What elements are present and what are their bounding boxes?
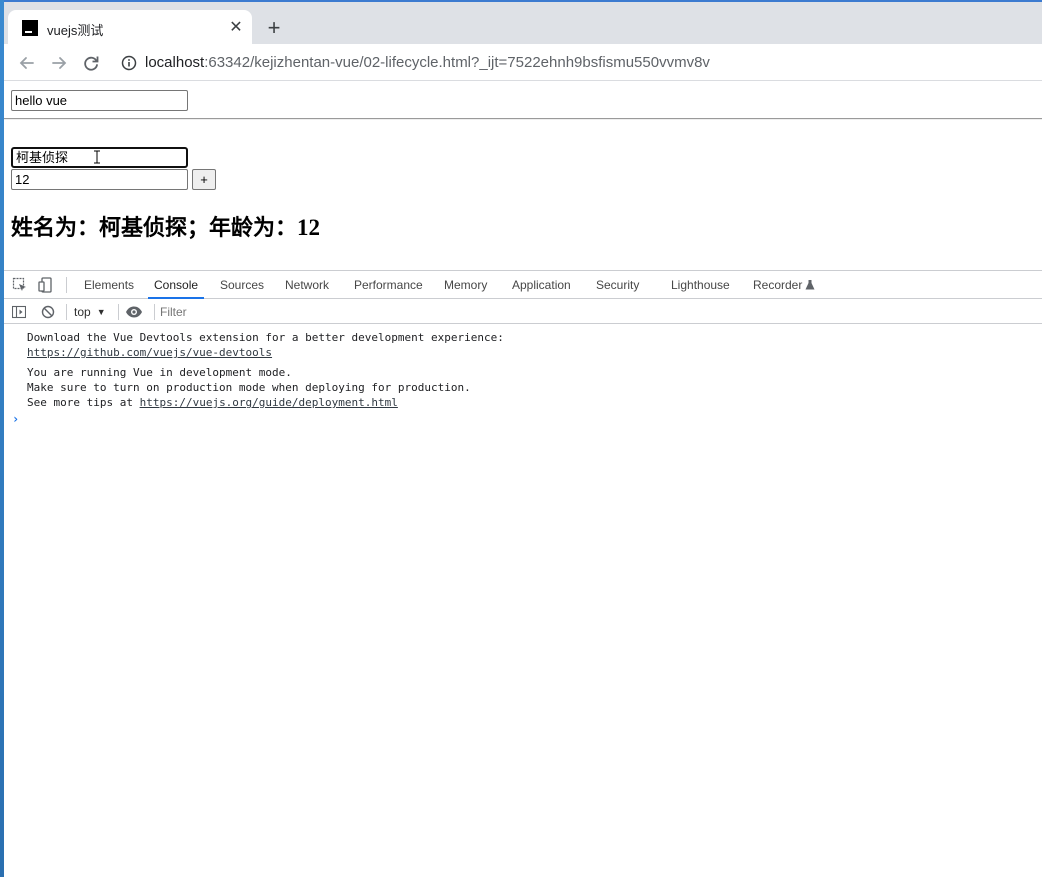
- age-input[interactable]: 12: [11, 169, 188, 190]
- clear-console-icon[interactable]: [41, 305, 55, 319]
- console-toolbar: top ▼ Filter: [4, 300, 1042, 324]
- context-select[interactable]: top ▼: [74, 300, 106, 324]
- increment-age-button[interactable]: +: [192, 169, 216, 190]
- sidebar-toggle-icon[interactable]: [11, 305, 27, 319]
- separator: [66, 304, 67, 320]
- experiment-flask-icon: [805, 272, 815, 290]
- console-line: Download the Vue Devtools extension for …: [27, 331, 504, 344]
- back-arrow-icon[interactable]: [14, 50, 40, 76]
- message-input[interactable]: hello vue: [11, 90, 188, 111]
- devtools-tab-bar: Elements Console Sources Network Perform…: [4, 271, 1042, 299]
- console-line: See more tips at: [27, 396, 140, 409]
- browser-window: vuejs测试 ✕ + localhost:63342/kejizhentan-…: [4, 0, 1042, 877]
- tab-title: vuejs测试: [47, 23, 104, 38]
- console-link[interactable]: https://github.com/vuejs/vue-devtools: [27, 346, 272, 359]
- console-prompt-icon[interactable]: ›: [12, 412, 19, 426]
- console-line: Make sure to turn on production mode whe…: [27, 381, 471, 394]
- tab-console[interactable]: Console: [148, 271, 205, 299]
- console-filter-input[interactable]: Filter: [160, 302, 1030, 322]
- tab-recorder-label: Recorder: [753, 278, 803, 292]
- reload-icon[interactable]: [78, 50, 104, 76]
- context-value: top: [74, 305, 91, 319]
- live-expression-eye-icon[interactable]: [125, 305, 143, 319]
- url-path: :63342/kejizhentan-vue/02-lifecycle.html…: [204, 54, 710, 71]
- tab-security[interactable]: Security: [596, 271, 639, 299]
- devtools-panel: Elements Console Sources Network Perform…: [4, 270, 1042, 877]
- tab-network[interactable]: Network: [285, 271, 329, 299]
- tab-performance[interactable]: Performance: [354, 271, 423, 299]
- tab-memory[interactable]: Memory: [444, 271, 487, 299]
- text-cursor-icon: [94, 150, 100, 164]
- inspect-element-icon[interactable]: [12, 277, 28, 293]
- dropdown-arrow-icon: ▼: [96, 307, 106, 317]
- summary-text: 姓名为：柯基侦探；年龄为：: [11, 216, 298, 241]
- tab-application[interactable]: Application: [512, 271, 571, 299]
- close-tab-icon[interactable]: ✕: [226, 18, 246, 38]
- console-link[interactable]: https://vuejs.org/guide/deployment.html: [140, 396, 398, 409]
- url-host: localhost: [145, 54, 205, 71]
- horizontal-rule: [4, 118, 1042, 120]
- tab-elements[interactable]: Elements: [84, 271, 134, 299]
- separator: [66, 277, 67, 293]
- new-tab-icon[interactable]: +: [262, 16, 286, 40]
- console-line: You are running Vue in development mode.: [27, 366, 292, 379]
- console-message: You are running Vue in development mode.…: [27, 365, 471, 410]
- site-info-icon[interactable]: [121, 55, 137, 71]
- summary-age: 12: [297, 215, 321, 240]
- separator: [154, 304, 155, 320]
- tab-strip: vuejs测试 ✕ +: [4, 0, 1042, 46]
- device-toolbar-icon[interactable]: [38, 277, 54, 293]
- tab-sources[interactable]: Sources: [220, 271, 264, 299]
- address-bar[interactable]: localhost:63342/kejizhentan-vue/02-lifec…: [145, 54, 710, 71]
- console-message: Download the Vue Devtools extension for …: [27, 330, 504, 360]
- tab-lighthouse[interactable]: Lighthouse: [671, 271, 730, 299]
- separator: [118, 304, 119, 320]
- page-content: hello vue 柯基侦探 12 + 姓名为：柯基侦探；年龄为：12: [4, 82, 1042, 270]
- summary-heading: 姓名为：柯基侦探；年龄为：12: [11, 210, 320, 242]
- browser-tab[interactable]: vuejs测试 ✕: [8, 10, 252, 46]
- forward-arrow-icon[interactable]: [46, 50, 72, 76]
- browser-toolbar: localhost:63342/kejizhentan-vue/02-lifec…: [4, 44, 1042, 81]
- tab-recorder[interactable]: Recorder: [753, 271, 815, 299]
- intellij-icon: [22, 20, 38, 36]
